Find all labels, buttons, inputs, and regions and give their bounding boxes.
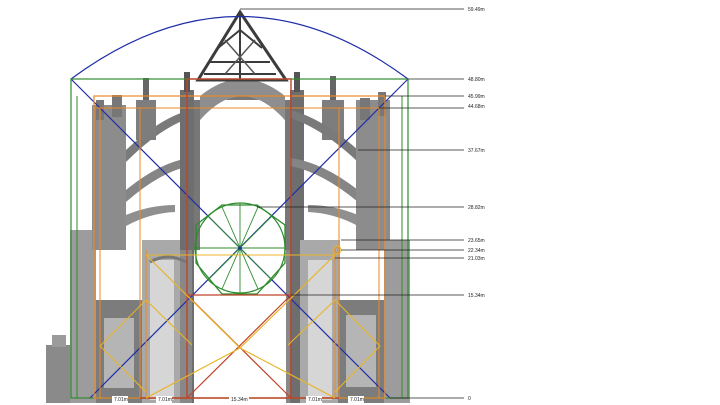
cathedral-section-silhouette xyxy=(46,9,410,403)
height-label-15-34: 15.34m xyxy=(468,293,485,299)
height-label-44-68: 44.68m xyxy=(468,104,485,110)
height-label-0: 0 xyxy=(468,396,471,402)
height-label-37-67: 37.67m xyxy=(468,148,485,154)
width-label-3: 15.34m xyxy=(231,397,248,403)
height-label-48-80: 48.80m xyxy=(468,77,485,83)
height-label-59-49: 59.49m xyxy=(468,7,485,13)
height-labels: 59.49m 48.80m 45.99m 44.68m 37.67m 28.82… xyxy=(468,7,485,402)
width-label-1: 7.01m xyxy=(114,397,128,403)
width-label-5: 7.01m xyxy=(350,397,364,403)
height-label-28-82: 28.82m xyxy=(468,205,485,211)
height-label-21-03: 21.03m xyxy=(468,256,485,262)
width-label-4: 7.01m xyxy=(308,397,322,403)
height-label-45-99: 45.99m xyxy=(468,94,485,100)
cathedral-section-diagram: 59.49m 48.80m 45.99m 44.68m 37.67m 28.82… xyxy=(46,7,485,403)
width-label-2: 7.01m xyxy=(158,397,172,403)
height-label-22-34: 22.34m xyxy=(468,248,485,254)
height-label-23-65: 23.65m xyxy=(468,238,485,244)
red-rectangle xyxy=(186,78,292,399)
